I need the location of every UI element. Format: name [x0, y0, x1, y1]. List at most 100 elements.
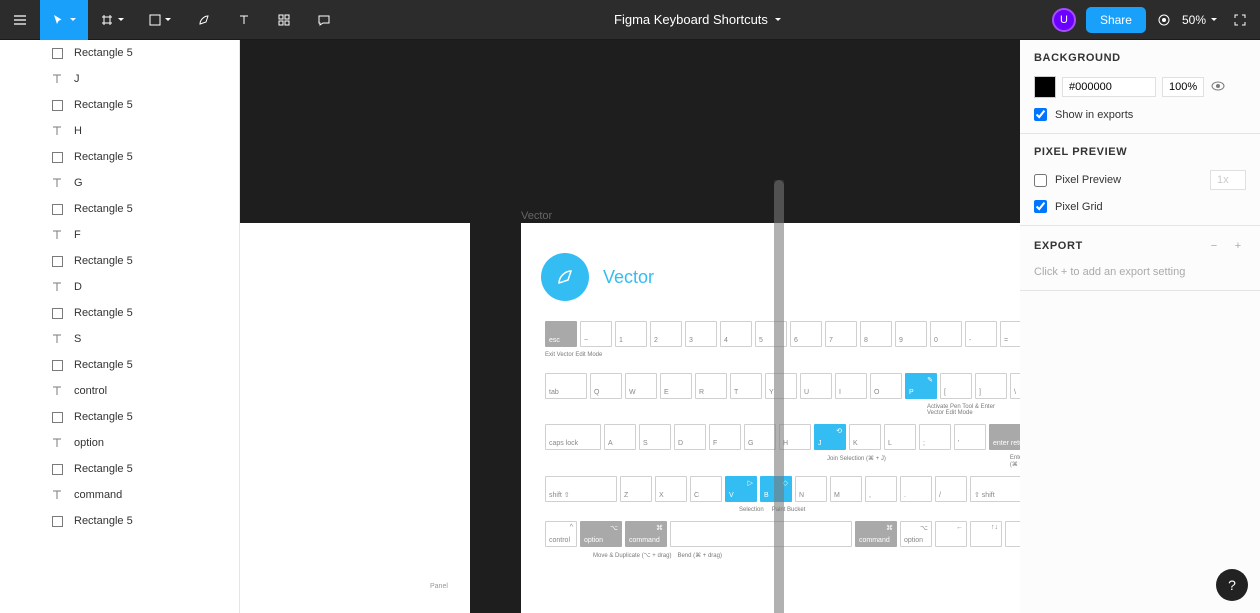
layer-item[interactable]: control [0, 378, 239, 404]
pixel-preview-title: PIXEL PREVIEW [1034, 146, 1246, 158]
key: K [849, 424, 881, 450]
layer-item[interactable]: Rectangle 5 [0, 456, 239, 482]
key: ] [975, 373, 1007, 399]
show-in-exports-checkbox[interactable] [1034, 108, 1047, 121]
vector-title: Vector [603, 267, 654, 288]
layer-item[interactable]: D [0, 274, 239, 300]
color-hex-input[interactable] [1062, 77, 1156, 97]
layer-label: command [74, 489, 122, 501]
pixel-scale-select[interactable] [1210, 170, 1246, 190]
export-plus-button[interactable]: + [1230, 238, 1246, 254]
fullscreen-icon[interactable] [1228, 0, 1252, 40]
key: [ [940, 373, 972, 399]
layer-item[interactable]: G [0, 170, 239, 196]
layer-item[interactable]: Rectangle 5 [0, 404, 239, 430]
layer-item[interactable]: Rectangle 5 [0, 248, 239, 274]
layer-item[interactable]: Rectangle 5 [0, 352, 239, 378]
rectangle-icon [50, 462, 64, 476]
visibility-icon[interactable] [1210, 78, 1226, 97]
pixel-grid-label: Pixel Grid [1055, 201, 1103, 213]
components-tool[interactable] [264, 0, 304, 40]
key: ⌥option [580, 521, 622, 547]
canvas[interactable]: Panel ency Vector Text Vector esc~123456… [240, 40, 1020, 613]
key: T [730, 373, 762, 399]
properties-panel: BACKGROUND Show in exports PIXEL PREVIEW… [1020, 40, 1260, 613]
key: 0 [930, 321, 962, 347]
scrollbar-vertical[interactable] [774, 180, 784, 613]
layer-item[interactable]: command [0, 482, 239, 508]
key: ↑↓ [970, 521, 1002, 547]
key: , [865, 476, 897, 502]
layer-label: Rectangle 5 [74, 203, 133, 215]
document-title[interactable]: Figma Keyboard Shortcuts [344, 12, 1052, 27]
key: = [1000, 321, 1020, 347]
key: shift ⇧ [545, 476, 617, 502]
key: 6 [790, 321, 822, 347]
frame-label-vector[interactable]: Vector [521, 210, 552, 222]
color-swatch[interactable] [1034, 76, 1056, 98]
rectangle-icon [50, 150, 64, 164]
layer-label: option [74, 437, 104, 449]
pixel-preview-checkbox[interactable] [1034, 174, 1047, 187]
export-minus-button[interactable]: − [1206, 238, 1222, 254]
menu-icon[interactable] [0, 0, 40, 40]
layer-label: Rectangle 5 [74, 307, 133, 319]
key: . [900, 476, 932, 502]
document-title-text: Figma Keyboard Shortcuts [614, 12, 768, 27]
key: ⟲J [814, 424, 846, 450]
frame-tool[interactable] [88, 0, 136, 40]
layer-item[interactable]: Rectangle 5 [0, 196, 239, 222]
key: → [1005, 521, 1020, 547]
zoom-control[interactable]: 50% [1182, 13, 1218, 27]
text-icon [50, 72, 64, 86]
share-button[interactable]: Share [1086, 7, 1146, 33]
layers-panel[interactable]: Rectangle 5JRectangle 5HRectangle 5GRect… [0, 40, 240, 613]
text-icon [50, 332, 64, 346]
text-tool[interactable] [224, 0, 264, 40]
text-icon [50, 384, 64, 398]
key: 8 [860, 321, 892, 347]
move-tool[interactable] [40, 0, 88, 40]
layer-item[interactable]: option [0, 430, 239, 456]
comment-tool[interactable] [304, 0, 344, 40]
export-hint: Click + to add an export setting [1034, 266, 1246, 278]
layer-label: Rectangle 5 [74, 99, 133, 111]
pixel-preview-label: Pixel Preview [1055, 174, 1121, 186]
pen-tool[interactable] [184, 0, 224, 40]
pixel-grid-checkbox[interactable] [1034, 200, 1047, 213]
text-icon [50, 228, 64, 242]
present-icon[interactable] [1156, 0, 1172, 40]
key: ⌘command [855, 521, 897, 547]
frame-behind[interactable]: Panel ency [240, 223, 470, 613]
rectangle-icon [50, 358, 64, 372]
key: E [660, 373, 692, 399]
opacity-input[interactable] [1162, 77, 1204, 97]
layer-label: Rectangle 5 [74, 359, 133, 371]
layer-item[interactable]: H [0, 118, 239, 144]
frame-vector[interactable]: Vector esc~1234567890-=⌫deleteExit Vecto… [521, 223, 1020, 613]
avatar[interactable]: U [1052, 8, 1076, 32]
layer-item[interactable]: Rectangle 5 [0, 40, 239, 66]
key: A [604, 424, 636, 450]
scrollbar-thumb[interactable] [774, 180, 784, 613]
help-button[interactable]: ? [1216, 569, 1248, 601]
rectangle-icon [50, 98, 64, 112]
key: W [625, 373, 657, 399]
layer-label: G [74, 177, 83, 189]
layer-item[interactable]: Rectangle 5 [0, 92, 239, 118]
layer-label: D [74, 281, 82, 293]
key: esc [545, 321, 577, 347]
shape-tool[interactable] [136, 0, 184, 40]
layer-item[interactable]: F [0, 222, 239, 248]
layer-item[interactable]: Rectangle 5 [0, 144, 239, 170]
key: 2 [650, 321, 682, 347]
layer-label: Rectangle 5 [74, 463, 133, 475]
layer-item[interactable]: J [0, 66, 239, 92]
key: 3 [685, 321, 717, 347]
layer-item[interactable]: S [0, 326, 239, 352]
layer-item[interactable]: Rectangle 5 [0, 508, 239, 534]
key: F [709, 424, 741, 450]
layer-label: Rectangle 5 [74, 515, 133, 527]
layer-item[interactable]: Rectangle 5 [0, 300, 239, 326]
layer-label: H [74, 125, 82, 137]
